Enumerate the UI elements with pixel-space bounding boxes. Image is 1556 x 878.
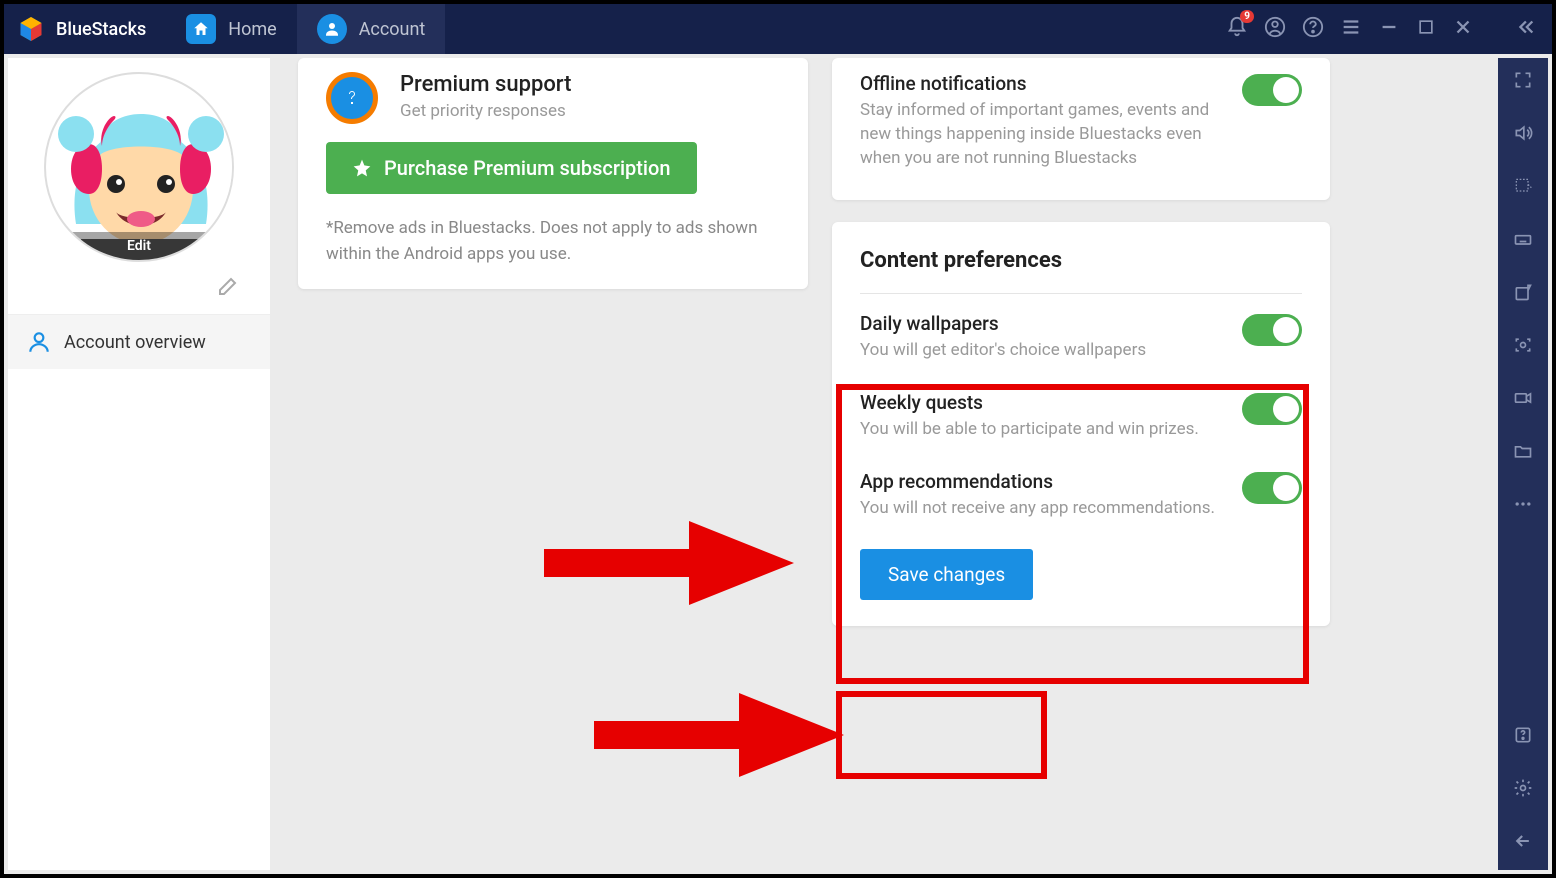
nav-account-overview[interactable]: Account overview <box>8 314 270 369</box>
left-sidebar: Edit Account overview <box>8 58 270 870</box>
side-panel <box>1498 58 1548 870</box>
feature-sub: Get priority responses <box>400 101 571 121</box>
edit-pencil-icon[interactable] <box>8 262 270 314</box>
pref-title: App recommendations <box>860 470 1226 493</box>
screenshot-icon[interactable] <box>1513 335 1533 360</box>
notification-badge: 9 <box>1240 10 1254 23</box>
help-icon[interactable] <box>1302 16 1324 43</box>
daily-wallpapers-toggle[interactable] <box>1242 314 1302 346</box>
tab-account-label: Account <box>359 19 426 40</box>
tab-home[interactable]: Home <box>166 4 296 54</box>
guide-icon[interactable] <box>1513 725 1533 750</box>
tab-account[interactable]: Account <box>297 4 446 54</box>
content-prefs-title: Content preferences <box>860 248 1302 273</box>
offline-title: Offline notifications <box>860 72 1226 95</box>
nav-label: Account overview <box>64 332 206 353</box>
feature-title: Premium support <box>400 72 571 97</box>
profile-icon <box>26 329 52 355</box>
content-prefs-card: Content preferences Daily wallpapers You… <box>832 222 1330 625</box>
back-icon[interactable] <box>1513 831 1533 856</box>
avatar[interactable]: Edit <box>44 72 234 262</box>
notifications-icon[interactable]: 9 <box>1226 16 1248 43</box>
minimize-icon[interactable] <box>1378 16 1400 43</box>
menu-icon[interactable] <box>1340 16 1362 43</box>
bluestacks-logo-icon <box>16 14 46 44</box>
offline-toggle[interactable] <box>1242 74 1302 106</box>
brand-name: BlueStacks <box>56 19 146 40</box>
pref-title: Daily wallpapers <box>860 312 1226 335</box>
collapse-panel-icon[interactable] <box>1514 16 1536 43</box>
tab-home-label: Home <box>228 19 276 40</box>
user-icon[interactable] <box>1264 16 1286 43</box>
offline-card: Offline notifications Stay informed of i… <box>832 58 1330 200</box>
record-icon[interactable] <box>1513 388 1533 413</box>
pref-title: Weekly quests <box>860 391 1226 414</box>
home-icon <box>186 14 216 44</box>
fullscreen-icon[interactable] <box>1513 70 1533 95</box>
save-changes-button[interactable]: Save changes <box>860 549 1033 600</box>
premium-footnote: *Remove ads in Bluestacks. Does not appl… <box>326 216 780 267</box>
titlebar: BlueStacks Home Account 9 <box>4 4 1552 54</box>
purchase-button-label: Purchase Premium subscription <box>384 156 671 180</box>
pref-sub: You will not receive any app recommendat… <box>860 497 1226 521</box>
folder-icon[interactable] <box>1513 441 1533 466</box>
save-button-label: Save changes <box>888 563 1005 586</box>
app-recommendations-toggle[interactable] <box>1242 472 1302 504</box>
maximize-icon[interactable] <box>1416 17 1436 42</box>
install-apk-icon[interactable] <box>1513 282 1533 307</box>
location-icon[interactable] <box>1513 176 1533 201</box>
purchase-premium-button[interactable]: Purchase Premium subscription <box>326 142 697 194</box>
more-icon[interactable] <box>1513 494 1533 519</box>
premium-card: Premium support Get priority responses P… <box>298 58 808 289</box>
settings-icon[interactable] <box>1513 778 1533 803</box>
pref-sub: You will be able to participate and win … <box>860 418 1226 442</box>
avatar-edit-label: Edit <box>46 232 232 260</box>
account-icon <box>317 14 347 44</box>
star-icon <box>352 158 372 178</box>
keyboard-icon[interactable] <box>1513 229 1533 254</box>
weekly-quests-toggle[interactable] <box>1242 393 1302 425</box>
volume-icon[interactable] <box>1513 123 1533 148</box>
divider <box>860 293 1302 294</box>
question-icon <box>326 72 378 124</box>
pref-sub: You will get editor's choice wallpapers <box>860 339 1226 363</box>
offline-sub: Stay informed of important games, events… <box>860 99 1226 170</box>
close-icon[interactable] <box>1452 16 1474 43</box>
